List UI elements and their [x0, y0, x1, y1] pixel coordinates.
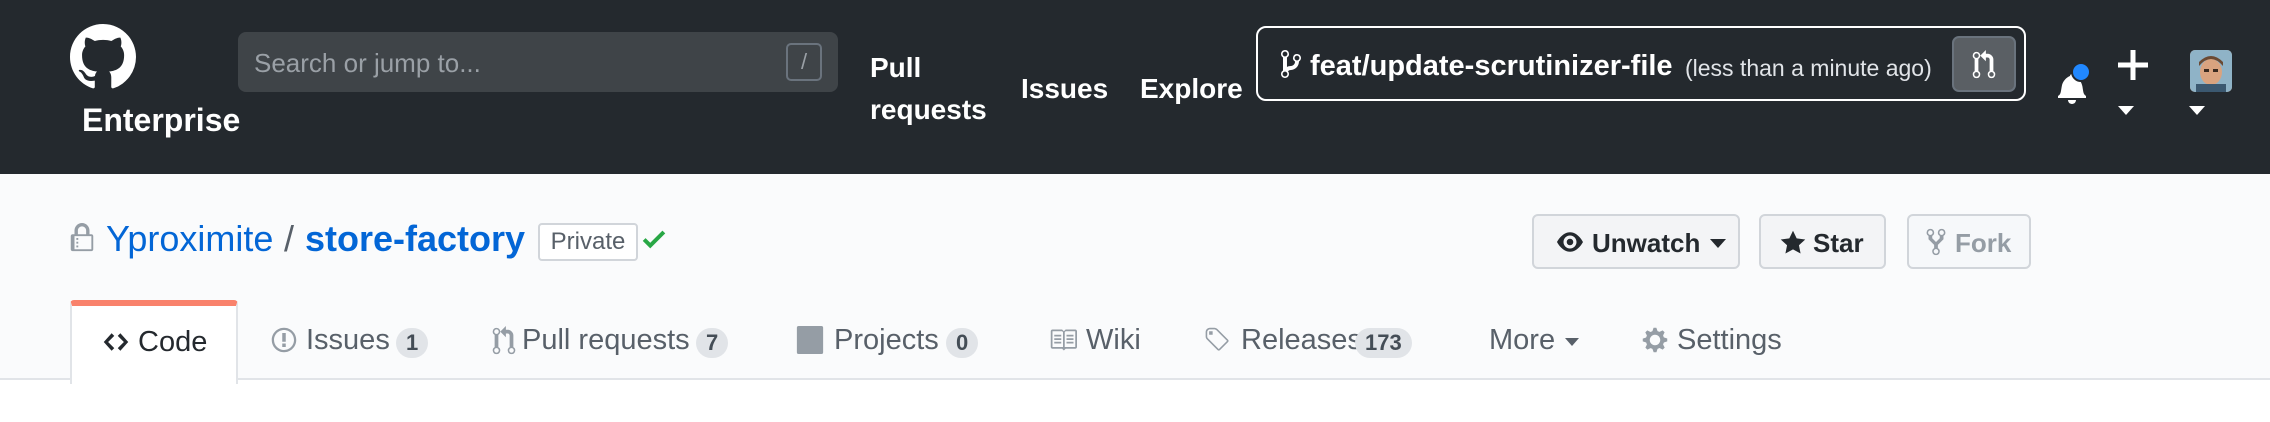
counter-badge: 7 [696, 328, 729, 358]
fork-button[interactable]: Fork [1907, 214, 2031, 269]
git-branch-icon [1281, 49, 1301, 78]
project-icon [796, 326, 824, 362]
repository-header: Yproximite / store-factory Private Unwat… [0, 174, 2270, 384]
lock-icon [70, 223, 94, 252]
plus-icon[interactable] [2118, 50, 2148, 80]
search-shortcut-key: / [786, 43, 822, 81]
book-icon [1048, 326, 1078, 362]
nav-issues[interactable]: Issues [1021, 68, 1108, 110]
tag-icon [1203, 326, 1231, 362]
unwatch-button[interactable]: Unwatch [1532, 214, 1740, 269]
caret-down-icon [1565, 338, 1579, 346]
counter-badge: 0 [946, 328, 979, 358]
chevron-down-icon [1710, 239, 1726, 248]
search-placeholder: Search or jump to... [254, 48, 481, 78]
tab-label: More [1489, 324, 1556, 356]
eye-icon [1557, 232, 1583, 252]
recent-branch-banner[interactable]: feat/update-scrutinizer-file (less than … [1256, 26, 2026, 101]
global-header: Enterprise Search or jump to... / Pull r… [0, 0, 2270, 174]
tab-label: Projects [834, 324, 939, 356]
counter-badge: 173 [1355, 328, 1412, 358]
search-input[interactable]: Search or jump to... / [238, 32, 838, 92]
unwatch-label: Unwatch [1592, 228, 1701, 258]
enterprise-label: Enterprise [82, 102, 241, 138]
nav-pull-requests[interactable]: Pull requests [870, 47, 1000, 131]
avatar-image [2190, 50, 2232, 92]
tab-code[interactable]: Code [70, 300, 238, 384]
issue-icon [270, 326, 298, 362]
repo-name-link[interactable]: store-factory [305, 218, 525, 260]
fork-label: Fork [1955, 228, 2012, 258]
user-menu-caret-icon[interactable] [2189, 106, 2205, 115]
tab-label: Pull requests [522, 324, 690, 356]
star-button[interactable]: Star [1759, 214, 1886, 269]
notification-indicator [2071, 62, 2091, 82]
counter-badge: 1 [396, 328, 429, 358]
create-menu-caret-icon[interactable] [2118, 106, 2134, 115]
tab-label: Issues [306, 324, 390, 356]
github-mark-icon [70, 24, 136, 89]
avatar[interactable] [2190, 50, 2232, 92]
pull-request-icon [1972, 50, 1996, 79]
code-icon [102, 328, 130, 364]
recent-branch-time: (less than a minute ago) [1685, 55, 1932, 81]
path-separator: / [284, 218, 295, 259]
star-icon [1780, 230, 1806, 254]
repo-forked-icon [1926, 228, 1946, 256]
gear-icon [1641, 326, 1669, 362]
check-icon[interactable] [642, 224, 666, 254]
tab-label: Releases [1241, 324, 1362, 356]
repo-owner-link[interactable]: Yproximite [106, 218, 273, 260]
compare-pull-request-button[interactable] [1952, 36, 2016, 92]
private-badge: Private [538, 223, 638, 261]
tab-label: Settings [1677, 324, 1782, 356]
recent-branch-name[interactable]: feat/update-scrutinizer-file [1310, 50, 1673, 83]
nav-explore[interactable]: Explore [1140, 68, 1243, 110]
tab-label: Code [138, 326, 208, 358]
tab-label: Wiki [1086, 324, 1141, 356]
star-label: Star [1813, 228, 1864, 258]
pull-request-icon [492, 326, 516, 364]
